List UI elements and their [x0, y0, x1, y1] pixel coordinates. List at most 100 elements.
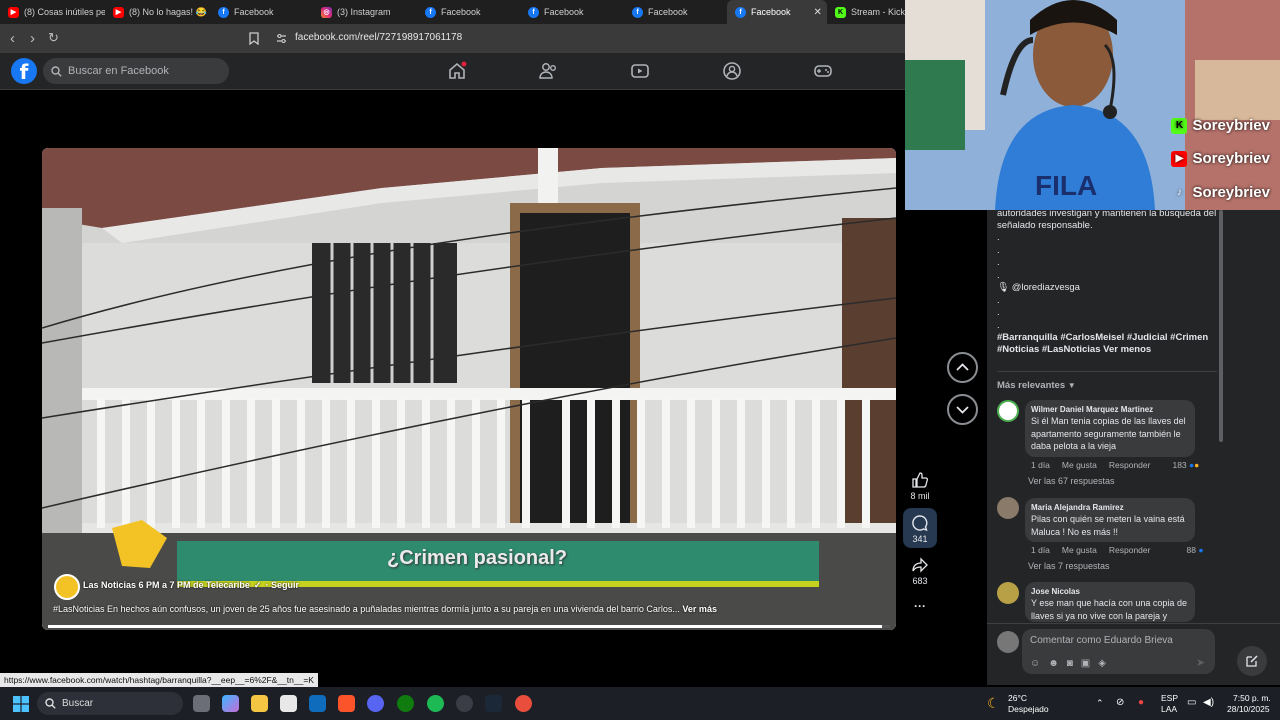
panel-scrollbar[interactable] [1219, 210, 1223, 442]
chevron-up-icon[interactable]: ⌃ [1096, 698, 1104, 709]
sort-dropdown[interactable]: Más relevantes ▼ [997, 380, 1076, 393]
discord-icon[interactable] [367, 695, 384, 712]
bookmark-icon[interactable] [249, 32, 259, 45]
groups-icon[interactable] [722, 61, 742, 81]
youtube-icon: ▶ [113, 6, 124, 18]
search-input[interactable]: Buscar en Facebook [43, 58, 229, 84]
file-explorer-icon[interactable] [251, 695, 268, 712]
reaction-count[interactable]: 183 ●● [1172, 460, 1199, 470]
input-language-region[interactable]: LAA [1161, 704, 1177, 714]
weather-temp[interactable]: 26°C [1008, 693, 1027, 703]
friends-icon[interactable] [538, 61, 558, 81]
site-settings-icon[interactable] [276, 33, 287, 44]
task-view-icon[interactable] [193, 695, 210, 712]
description-dot: . [997, 245, 1000, 256]
clock-time[interactable]: 7:50 p. m. [1233, 693, 1271, 703]
like-comment-button[interactable]: Me gusta [1062, 460, 1097, 470]
see-less-link[interactable]: Ver menos [1103, 344, 1151, 355]
browser-tab[interactable]: ▶ (8) Cosas inútiles pe [0, 0, 105, 24]
description-dot: . [997, 232, 1000, 243]
browser-tab[interactable]: f Facebook [417, 0, 520, 24]
windows-start-icon[interactable] [13, 696, 29, 712]
more-options-icon[interactable]: ··· [906, 599, 934, 613]
clock-date[interactable]: 28/10/2025 [1227, 704, 1270, 714]
browser-tab[interactable]: ◎ (3) Instagram [313, 0, 417, 24]
input-language[interactable]: ESP [1161, 693, 1178, 703]
see-more-link[interactable]: Ver más [682, 604, 717, 614]
network-icon[interactable]: ⊘ [1116, 697, 1124, 708]
steam-icon[interactable] [485, 695, 502, 712]
browser-tab-active[interactable]: f Facebook ✕ [727, 0, 827, 24]
avatar[interactable] [997, 497, 1019, 519]
microphone-icon[interactable]: ● [1138, 697, 1144, 708]
hashtags[interactable]: #Barranquilla #CarlosMeisel #Judicial #C… [997, 332, 1208, 345]
taskbar-search[interactable]: Buscar [37, 692, 183, 715]
instagram-icon: ◎ [321, 6, 332, 18]
page-avatar[interactable] [54, 574, 80, 600]
weather-desc[interactable]: Despejado [1008, 704, 1049, 714]
reload-icon[interactable]: ↻ [48, 30, 59, 46]
copilot-icon[interactable] [222, 695, 239, 712]
caret-down-icon: ▼ [1067, 381, 1076, 390]
video-progress-track[interactable] [48, 625, 890, 628]
sticker-icon[interactable]: ◈ [1098, 658, 1106, 669]
like-comment-button[interactable]: Me gusta [1062, 545, 1097, 555]
url-field[interactable]: facebook.com/reel/727198917061178 [295, 32, 462, 43]
browser-tab[interactable]: KStream - Kick D [827, 0, 907, 24]
view-replies-link[interactable]: Ver las 7 respuestas [1028, 561, 1110, 571]
facebook-icon: f [528, 6, 539, 18]
search-icon [51, 65, 62, 77]
next-reel-button[interactable] [947, 394, 978, 425]
browser-tab[interactable]: f Facebook [210, 0, 313, 24]
store-icon[interactable] [280, 695, 297, 712]
comment-author[interactable]: Wilmer Daniel Marquez Martinez [1031, 404, 1189, 415]
camera-icon[interactable]: ◙ [1067, 658, 1073, 669]
comment-input[interactable]: Comentar como Eduardo Brieva ☺ ☻ ◙ ▣ ◈ ➤ [1022, 629, 1215, 674]
home-icon[interactable] [447, 61, 467, 81]
previous-reel-button[interactable] [947, 352, 978, 383]
send-icon[interactable]: ➤ [1196, 656, 1205, 669]
avatar-sticker-icon[interactable]: ☺ [1030, 658, 1040, 669]
share-button[interactable]: 683 [906, 556, 934, 586]
obs-icon[interactable] [456, 695, 473, 712]
avatar[interactable] [997, 582, 1019, 604]
gaming-icon[interactable] [813, 61, 833, 81]
comment-author[interactable]: Jose Nicolas [1031, 586, 1189, 597]
avatar[interactable] [997, 400, 1019, 422]
view-replies-link[interactable]: Ver las 67 respuestas [1028, 476, 1115, 486]
browser-tab[interactable]: f Facebook [624, 0, 727, 24]
reel-video[interactable]: ¿Crimen pasional? Las Noticias 6 PM a 7 … [42, 148, 896, 630]
xbox-icon[interactable] [397, 695, 414, 712]
mention-link[interactable]: 🎙 @lorediazvesga [997, 282, 1080, 295]
browser-tab[interactable]: f Facebook [520, 0, 624, 24]
close-tab-icon[interactable]: ✕ [814, 7, 822, 18]
gif-icon[interactable]: ▣ [1081, 658, 1090, 669]
outlook-icon[interactable] [309, 695, 326, 712]
video-icon[interactable] [630, 61, 650, 81]
app-icon[interactable] [515, 695, 532, 712]
follow-button[interactable]: · Seguir [265, 580, 299, 591]
tiktok-icon: ♪ [1176, 187, 1182, 198]
browser-tab[interactable]: ▶ (8) No lo hagas! 😂 [105, 0, 210, 24]
description-dot: . [997, 257, 1000, 268]
comment-author[interactable]: Maria Alejandra Ramirez [1031, 502, 1189, 513]
reply-button[interactable]: Responder [1109, 545, 1151, 555]
volume-icon[interactable]: ◀) [1203, 697, 1214, 708]
reply-button[interactable]: Responder [1109, 460, 1151, 470]
page-name-link[interactable]: Las Noticias 6 PM a 7 PM de Telecaribe [83, 580, 250, 591]
forward-icon[interactable]: › [30, 30, 35, 47]
spotify-icon[interactable] [427, 695, 444, 712]
new-message-button[interactable] [1237, 646, 1267, 676]
back-icon[interactable]: ‹ [10, 30, 15, 47]
comment-button[interactable]: 341 [906, 514, 934, 544]
display-icon[interactable]: ▭ [1187, 697, 1196, 708]
brave-browser-icon[interactable] [338, 695, 355, 712]
like-button[interactable]: 8 mil [906, 471, 934, 501]
weather-moon-icon: ☾ [987, 695, 1000, 711]
video-progress-fill [48, 625, 882, 628]
reaction-count[interactable]: 88 ● [1186, 545, 1203, 555]
facebook-logo[interactable]: f [11, 58, 37, 84]
emoji-icon[interactable]: ☻ [1048, 658, 1059, 669]
facebook-icon: f [632, 6, 643, 18]
comment-text: Y ese man que hacía con una copia de lla… [1031, 598, 1187, 621]
